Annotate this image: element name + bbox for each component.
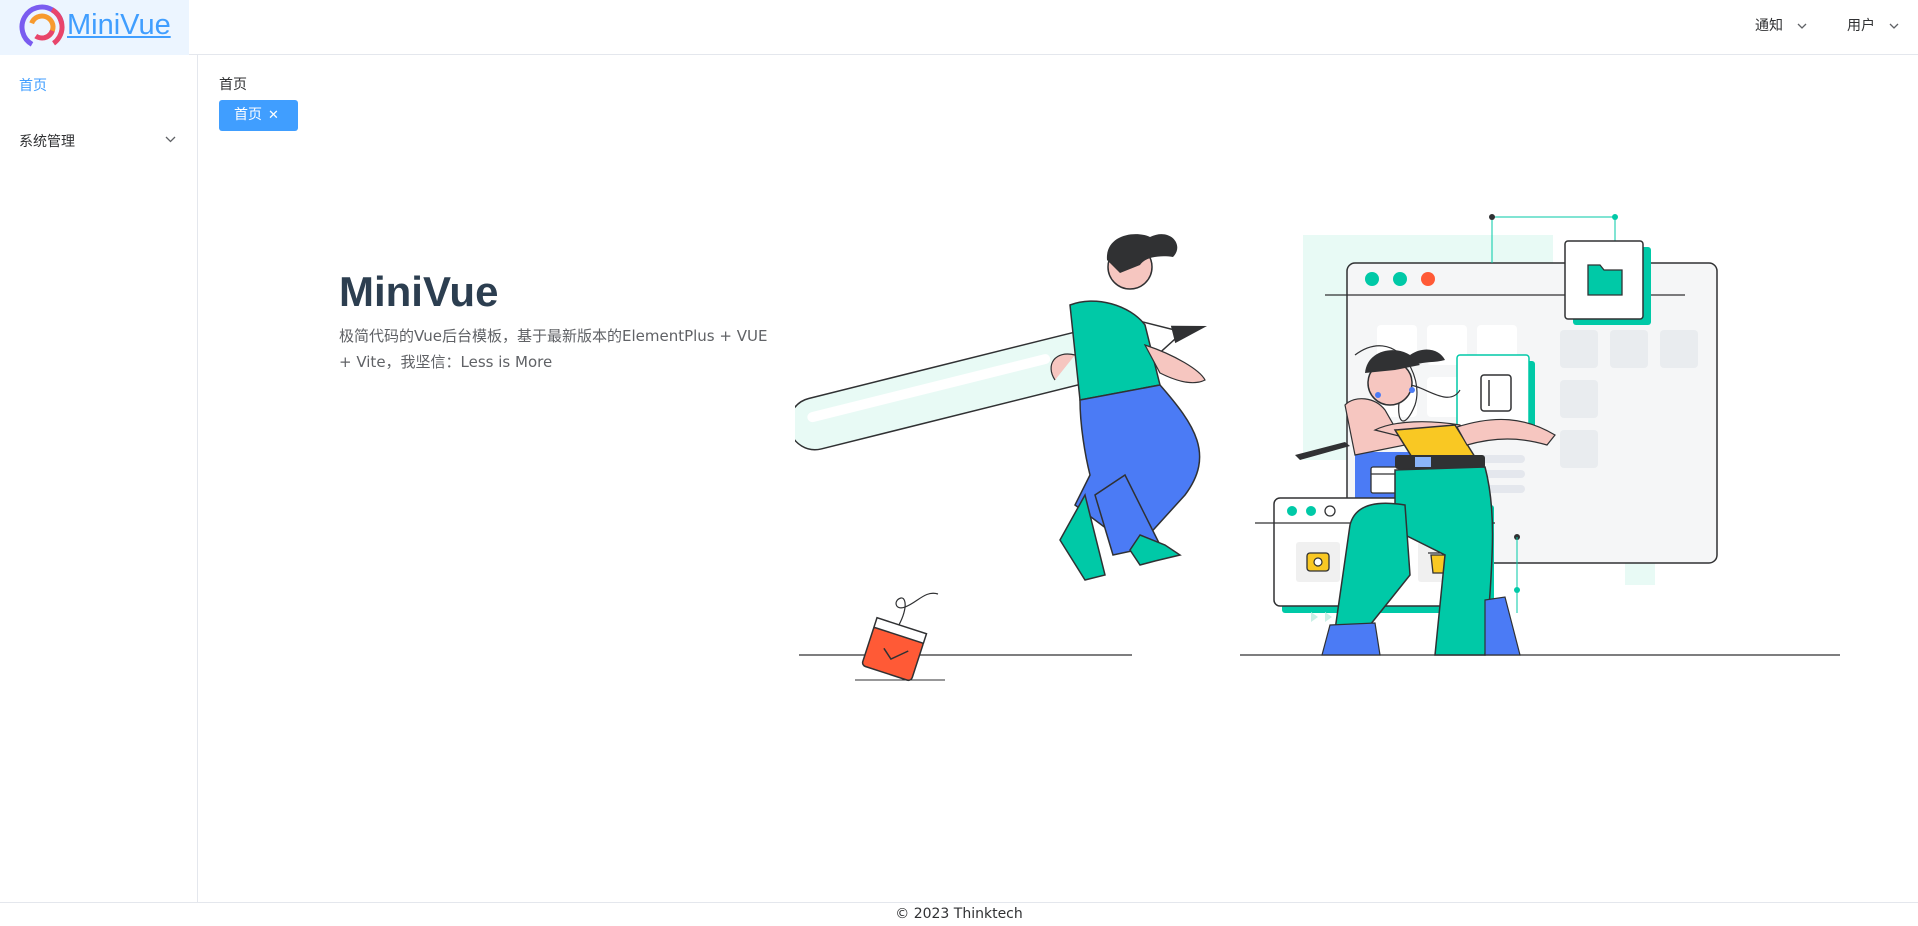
copyright-text: © 2023 Thinktech <box>895 906 1023 922</box>
sidebar: 首页 系统管理 <box>0 55 198 902</box>
chevron-down-icon[interactable] <box>165 136 176 143</box>
chevron-down-icon <box>1889 23 1899 29</box>
logo-icon <box>19 4 65 50</box>
hero-illustration <box>795 214 1840 682</box>
hero-description: 极简代码的Vue后台模板，基于最新版本的ElementPlus + VUE + … <box>339 327 768 371</box>
folder-icon <box>1587 264 1623 296</box>
footer: © 2023 Thinktech <box>0 902 1918 926</box>
notify-menu[interactable]: 通知 <box>1755 15 1807 35</box>
hero-title: MiniVue <box>339 268 499 315</box>
tab-home-label: 首页 <box>234 107 262 123</box>
top-header: MiniVue 通知 用户 <box>0 0 1918 55</box>
user-menu[interactable]: 用户 <box>1847 15 1899 35</box>
sidebar-item-system[interactable]: 系统管理 <box>19 131 75 151</box>
user-label: 用户 <box>1847 18 1875 34</box>
logo-area[interactable]: MiniVue <box>0 0 189 55</box>
notify-label: 通知 <box>1755 18 1783 34</box>
breadcrumb[interactable]: 首页 <box>219 74 247 94</box>
logo-text[interactable]: MiniVue <box>67 9 171 42</box>
tab-home[interactable]: 首页 ✕ <box>219 100 298 131</box>
calendar-icon <box>861 616 928 682</box>
close-icon[interactable]: ✕ <box>268 100 279 131</box>
chevron-down-icon <box>1797 23 1807 29</box>
notebook-icon <box>1480 374 1512 412</box>
sidebar-item-home[interactable]: 首页 <box>19 75 47 95</box>
